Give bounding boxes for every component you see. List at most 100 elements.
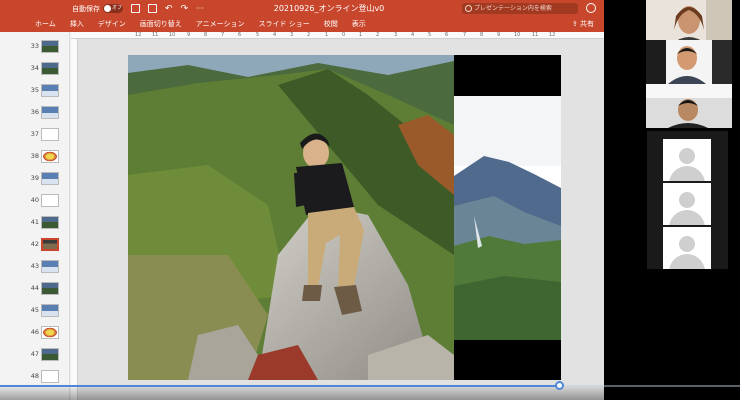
participant-video-frame [646,84,732,128]
slide-thumbnail-35[interactable]: 35 [0,80,70,102]
tab-view[interactable]: 表示 [345,17,373,32]
person-silhouette-icon [679,192,695,208]
ruler-tick: 5 [256,32,260,38]
ruler-tick: 2 [376,32,380,38]
person-silhouette-icon [679,236,695,252]
slide-preview [41,238,59,251]
slide-number: 34 [30,64,39,72]
ruler-tick: 2 [307,32,311,38]
slide-number: 37 [30,130,39,138]
ruler-tick: 5 [428,32,432,38]
slide-preview [41,326,59,339]
slide-thumbnail-43[interactable]: 43 [0,256,70,278]
autosave-control[interactable]: 自動保存 オフ [72,4,123,14]
participant-video-3[interactable] [646,84,732,128]
ruler-tick: 7 [463,32,467,38]
ribbon-tabs: ホーム 挿入 デザイン 画面切り替え アニメーション スライド ショー 校閲 表… [0,17,604,32]
smiley-icon[interactable] [586,3,596,13]
ruler-tick: 3 [290,32,294,38]
redo-icon[interactable]: ↷ [181,4,189,14]
mountain-view-photo[interactable] [454,96,561,340]
ruler-tick: 12 [135,32,142,38]
slide-thumbnail-40[interactable]: 40 [0,190,70,212]
tab-design[interactable]: デザイン [91,17,133,32]
slide-thumbnail-47[interactable]: 47 [0,344,70,366]
slide-thumbnail-45[interactable]: 45 [0,300,70,322]
slide-preview [41,62,59,75]
photo-illustration [454,96,561,340]
slide-preview [41,260,59,273]
tab-transitions[interactable]: 画面切り替え [133,17,189,32]
ruler-tick: 11 [532,32,539,38]
tab-insert[interactable]: 挿入 [63,17,91,32]
climber-on-rock-photo[interactable] [128,55,454,380]
ruler-tick: 12 [549,32,556,38]
slide-number: 42 [30,240,39,248]
ruler-tick: 9 [187,32,191,38]
slide-preview [41,216,59,229]
participant-video-frame [646,40,732,84]
person-silhouette-icon [669,254,705,269]
ruler-tick: 6 [445,32,449,38]
slide-preview [41,370,59,383]
slide-thumbnail-46[interactable]: 46 [0,322,70,344]
participant-placeholder-1[interactable] [663,139,711,181]
tab-animations[interactable]: アニメーション [189,17,252,32]
search-input[interactable]: プレゼンテーション内を検索 [462,3,578,14]
slide-thumbnail-39[interactable]: 39 [0,168,70,190]
ruler-tick: 1 [359,32,363,38]
slide-number: 48 [30,372,39,380]
slide-thumbnail-38[interactable]: 38 [0,146,70,168]
slide-preview [41,40,59,53]
more-icon[interactable]: ··· [196,4,204,13]
slide-preview [41,282,59,295]
save-icon[interactable] [148,4,157,13]
slide-number: 39 [30,174,39,182]
participant-video-frame [646,0,732,44]
ruler-tick: 11 [152,32,159,38]
slide-preview [41,106,59,119]
slide-number: 38 [30,152,39,160]
ruler-tick: 4 [273,32,277,38]
slide-preview [41,304,59,317]
participant-video-2[interactable] [646,40,732,84]
slide-thumbnail-37[interactable]: 37 [0,124,70,146]
ruler-tick: 8 [480,32,484,38]
ruler-tick: 9 [497,32,501,38]
video-progress-fill [0,385,559,387]
current-slide[interactable] [128,55,561,380]
photo-illustration [128,55,454,380]
ruler-tick: 10 [169,32,176,38]
video-progress-handle[interactable] [554,381,564,390]
slide-thumbnail-36[interactable]: 36 [0,102,70,124]
slide-number: 41 [30,218,39,226]
participant-placeholder-2[interactable] [663,183,711,225]
slide-thumbnail-33[interactable]: 33 [0,36,70,58]
undo-icon[interactable]: ↶ [165,4,173,14]
participant-placeholder-3[interactable] [663,227,711,269]
slide-number: 47 [30,350,39,358]
slide-number: 43 [30,262,39,270]
ruler-tick: 10 [514,32,521,38]
ruler-tick: 1 [325,32,329,38]
slide-thumbnail-pane[interactable]: 33 34 35 36 37 38 39 40 41 42 43 44 45 4… [0,32,70,400]
tab-slideshow[interactable]: スライド ショー [252,17,317,32]
slide-thumbnail-34[interactable]: 34 [0,58,70,80]
slide-thumbnail-44[interactable]: 44 [0,278,70,300]
share-button[interactable]: ⇪ 共有 [572,18,594,31]
home-icon[interactable] [131,4,140,13]
tab-review[interactable]: 校閲 [317,17,345,32]
slide-number: 45 [30,306,39,314]
autosave-toggle-icon[interactable]: オフ [103,4,123,13]
tab-home[interactable]: ホーム [28,17,63,32]
slide-number: 33 [30,42,39,50]
document-title: 20210926_オンライン登山v0 [273,4,385,13]
slide-preview [41,84,59,97]
slide-thumbnail-42[interactable]: 42 [0,234,70,256]
slide-preview [41,150,59,163]
participant-video-1[interactable] [646,0,732,44]
slide-number: 40 [30,196,39,204]
slide-number: 36 [30,108,39,116]
person-silhouette-icon [679,148,695,164]
slide-thumbnail-41[interactable]: 41 [0,212,70,234]
